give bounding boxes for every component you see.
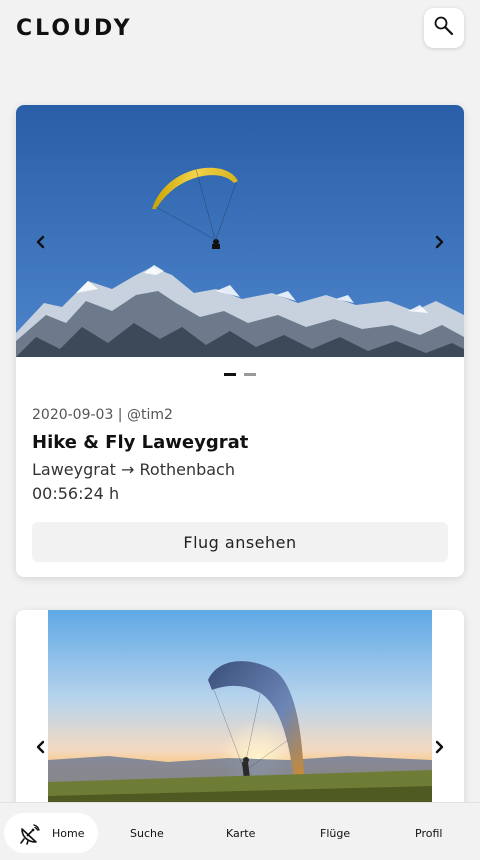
chevron-right-icon [432,739,446,758]
carousel-next-button[interactable] [427,231,451,255]
nav-item-suche[interactable]: Suche [130,827,164,840]
chevron-left-icon [34,739,48,758]
carousel-dot[interactable] [244,373,256,376]
nav-item-karte[interactable]: Karte [226,827,255,840]
search-button[interactable] [424,8,464,48]
carousel-dot[interactable] [224,373,236,376]
bottom-navigation: Home Suche Karte Flüge Profil [0,802,480,860]
carousel-prev-button[interactable] [29,736,53,760]
chevron-left-icon [34,234,48,253]
carousel-prev-button[interactable] [29,231,53,255]
search-icon [433,15,455,41]
chevron-right-icon [432,234,446,253]
nav-item-home[interactable]: Home [4,813,98,853]
paraglider-mountain-image [16,105,464,357]
satellite-dish-icon [18,821,42,845]
nav-item-fluege[interactable]: Flüge [320,827,350,840]
flight-image-carousel[interactable] [16,105,464,357]
flight-route: Laweygrat → Rothenbach [32,460,235,479]
flight-meta: 2020-09-03 | @tim2 [32,407,173,423]
carousel-next-button[interactable] [427,736,451,760]
view-flight-button[interactable]: Flug ansehen [32,522,448,562]
nav-item-profil[interactable]: Profil [415,827,442,840]
app-logo: CLOUDY [16,16,133,41]
flight-image-carousel[interactable] [48,610,432,810]
carousel-indicator [16,373,464,376]
paraglider-sunset-image [48,610,432,810]
flight-title: Hike & Fly Laweygrat [32,432,249,453]
flight-card: 2020-09-03 | @tim2 Hike & Fly Laweygrat … [16,105,464,577]
app-header: CLOUDY [0,0,480,64]
flight-duration: 00:56:24 h [32,484,120,503]
nav-label-home: Home [52,826,85,840]
